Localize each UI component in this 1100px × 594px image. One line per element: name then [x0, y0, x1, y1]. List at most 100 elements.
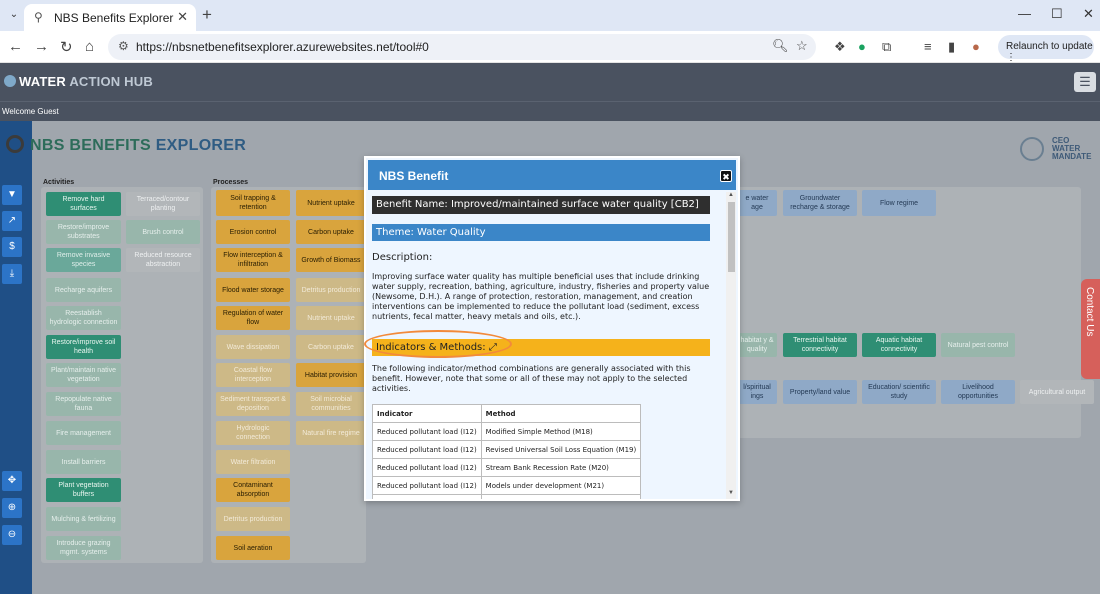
benefit-cell[interactable]: Flow regime: [862, 190, 936, 216]
process-cell[interactable]: Detritus production: [296, 278, 366, 302]
activity-cell[interactable]: Brush control: [126, 220, 200, 244]
process-cell[interactable]: Coastal flow interception: [216, 363, 290, 387]
benefit-cell[interactable]: habitat y & quality: [737, 333, 777, 357]
new-tab-button[interactable]: +: [202, 5, 212, 25]
site-info-icon[interactable]: ⚙: [118, 39, 129, 53]
hamburger-menu-icon[interactable]: ☰: [1074, 72, 1096, 92]
home-icon[interactable]: ⌂: [85, 38, 94, 55]
contact-us-label[interactable]: Contact Us: [1084, 287, 1095, 336]
browser-tab[interactable]: ⚲ NBS Benefits Explorer ✕: [24, 4, 196, 31]
maximize-icon[interactable]: ☐: [1051, 6, 1063, 22]
activity-cell[interactable]: Reestablish hydrologic connection: [46, 306, 121, 330]
activity-cell[interactable]: Plant vegetation buffers: [46, 478, 121, 502]
benefit-cell[interactable]: l/spiritual ings: [737, 380, 777, 404]
process-cell[interactable]: Nutrient uptake: [296, 190, 366, 216]
process-cell[interactable]: Soil trapping & retention: [216, 190, 290, 216]
activity-cell[interactable]: Install barriers: [46, 450, 121, 474]
benefit-cell[interactable]: Terrestrial habitat connectivity: [783, 333, 857, 357]
process-cell[interactable]: Carbon uptake: [296, 220, 366, 244]
extension-grammarly-icon[interactable]: ●: [858, 39, 866, 54]
profile-avatar-icon[interactable]: ●: [972, 39, 980, 54]
process-cell[interactable]: Sediment transport & deposition: [216, 392, 290, 416]
un-globe-icon: [1020, 137, 1044, 161]
expand-icon[interactable]: ✥: [2, 471, 22, 491]
zoom-in-icon[interactable]: ⊕: [2, 498, 22, 518]
activity-cell[interactable]: Remove invasive species: [46, 248, 121, 272]
reading-list-icon[interactable]: ≡: [924, 39, 932, 54]
process-cell[interactable]: Contaminant absorption: [216, 478, 290, 502]
process-cell[interactable]: Flow interception & infiltration: [216, 248, 290, 272]
reload-icon[interactable]: ↻: [60, 38, 73, 56]
process-cell[interactable]: Soil microbial communities: [296, 392, 366, 416]
activity-cell[interactable]: Restore/improve soil health: [46, 335, 121, 359]
indicator-method-table: Indicator Method Reduced pollutant load …: [372, 404, 642, 499]
extension-dropbox-icon[interactable]: ❖: [834, 39, 846, 55]
processes-label: Processes: [213, 179, 249, 186]
table-row: Reduced pollutant load (I12) Models unde…: [372, 476, 642, 495]
relaunch-button[interactable]: Relaunch to update ⋮: [998, 35, 1094, 63]
zoom-out-icon[interactable]: ⊖: [2, 525, 22, 545]
chart-icon[interactable]: ↗: [2, 211, 22, 231]
process-cell[interactable]: Hydrologic connection: [216, 421, 290, 445]
benefit-cell[interactable]: Aquatic habitat connectivity: [862, 333, 936, 357]
activity-cell[interactable]: Repopulate native fauna: [46, 392, 121, 416]
process-cell[interactable]: Habitat provision: [296, 363, 366, 387]
process-cell[interactable]: Carbon uptake: [296, 335, 366, 359]
process-cell[interactable]: Water filtration: [216, 450, 290, 474]
extensions-puzzle-icon[interactable]: ⧉: [882, 39, 891, 55]
activity-cell[interactable]: Recharge aquifers: [46, 278, 121, 302]
table-row: Reduced pollutant load (I12) Revised Uni…: [372, 440, 642, 459]
benefit-cell[interactable]: Groundwater recharge & storage: [783, 190, 857, 216]
modal-scrollbar[interactable]: ▲ ▼: [726, 192, 736, 499]
filter-icon[interactable]: ▼: [2, 185, 22, 205]
activity-cell[interactable]: Terraced/contour planting: [126, 192, 200, 216]
scroll-down-icon[interactable]: ▼: [728, 490, 734, 496]
activities-label: Activities: [43, 179, 75, 186]
url-text[interactable]: https://nbsnetbenefitsexplorer.azurewebs…: [136, 40, 429, 54]
tab-close-icon[interactable]: ✕: [177, 9, 188, 25]
benefit-cell[interactable]: e water age: [737, 190, 777, 216]
activity-cell[interactable]: Introduce grazing mgmt. systems: [46, 536, 121, 560]
minimize-icon[interactable]: —: [1018, 6, 1031, 21]
back-icon[interactable]: ←: [8, 38, 23, 55]
modal-close-icon[interactable]: ✖: [720, 170, 732, 182]
scroll-up-icon[interactable]: ▲: [728, 192, 734, 198]
activity-cell[interactable]: Reduced resource abstraction: [126, 248, 200, 272]
app-title: NBS BENEFITS EXPLORER: [6, 135, 246, 155]
app-header: WATER ACTION HUB ☰: [0, 63, 1100, 101]
process-cell[interactable]: Regulation of water flow: [216, 306, 290, 330]
theme-bar: Theme: Water Quality: [372, 224, 710, 241]
benefit-cell[interactable]: Livelihood opportunities: [941, 380, 1015, 404]
activity-cell[interactable]: Fire management: [46, 421, 121, 445]
process-cell[interactable]: Nutrient uptake: [296, 306, 366, 330]
process-cell[interactable]: Wave dissipation: [216, 335, 290, 359]
process-cell[interactable]: Soil aeration: [216, 536, 290, 560]
process-cell[interactable]: Growth of Biomass: [296, 248, 366, 272]
address-bar[interactable]: ⚙ https://nbsnetbenefitsexplorer.azurewe…: [108, 34, 816, 60]
tab-title: NBS Benefits Explorer: [54, 11, 174, 25]
water-action-hub-logo[interactable]: WATER ACTION HUB: [4, 74, 153, 89]
process-cell[interactable]: Natural fire regime: [296, 421, 366, 445]
activity-cell[interactable]: Plant/maintain native vegetation: [46, 363, 121, 387]
download-icon[interactable]: ⤓: [2, 264, 22, 284]
process-cell[interactable]: Detritus production: [216, 507, 290, 531]
benefit-cell[interactable]: Education/ scientific study: [862, 380, 936, 404]
window-close-icon[interactable]: ✕: [1083, 6, 1094, 22]
process-cell[interactable]: Flood water storage: [216, 278, 290, 302]
benefit-cell[interactable]: Natural pest control: [941, 333, 1015, 357]
forward-icon[interactable]: →: [34, 38, 49, 55]
scrollbar-thumb[interactable]: [728, 202, 735, 272]
indicators-highlight-circle: [364, 330, 512, 358]
tab-search-icon[interactable]: ⌄: [6, 7, 22, 23]
benefit-cell[interactable]: Property/land value: [783, 380, 857, 404]
table-row: Reduced pollutant load (I12) Modified Si…: [372, 422, 642, 441]
zoom-icon[interactable]: 🔍︎: [772, 38, 789, 54]
dollar-icon[interactable]: $: [2, 237, 22, 257]
side-panel-icon[interactable]: ▮: [948, 39, 955, 55]
benefit-cell[interactable]: Agricultural output: [1020, 380, 1094, 404]
bookmark-star-icon[interactable]: ☆: [796, 38, 808, 54]
activity-cell[interactable]: Mulching & fertilizing: [46, 507, 121, 531]
activity-cell[interactable]: Remove hard surfaces: [46, 192, 121, 216]
activity-cell[interactable]: Restore/improve substrates: [46, 220, 121, 244]
process-cell[interactable]: Erosion control: [216, 220, 290, 244]
